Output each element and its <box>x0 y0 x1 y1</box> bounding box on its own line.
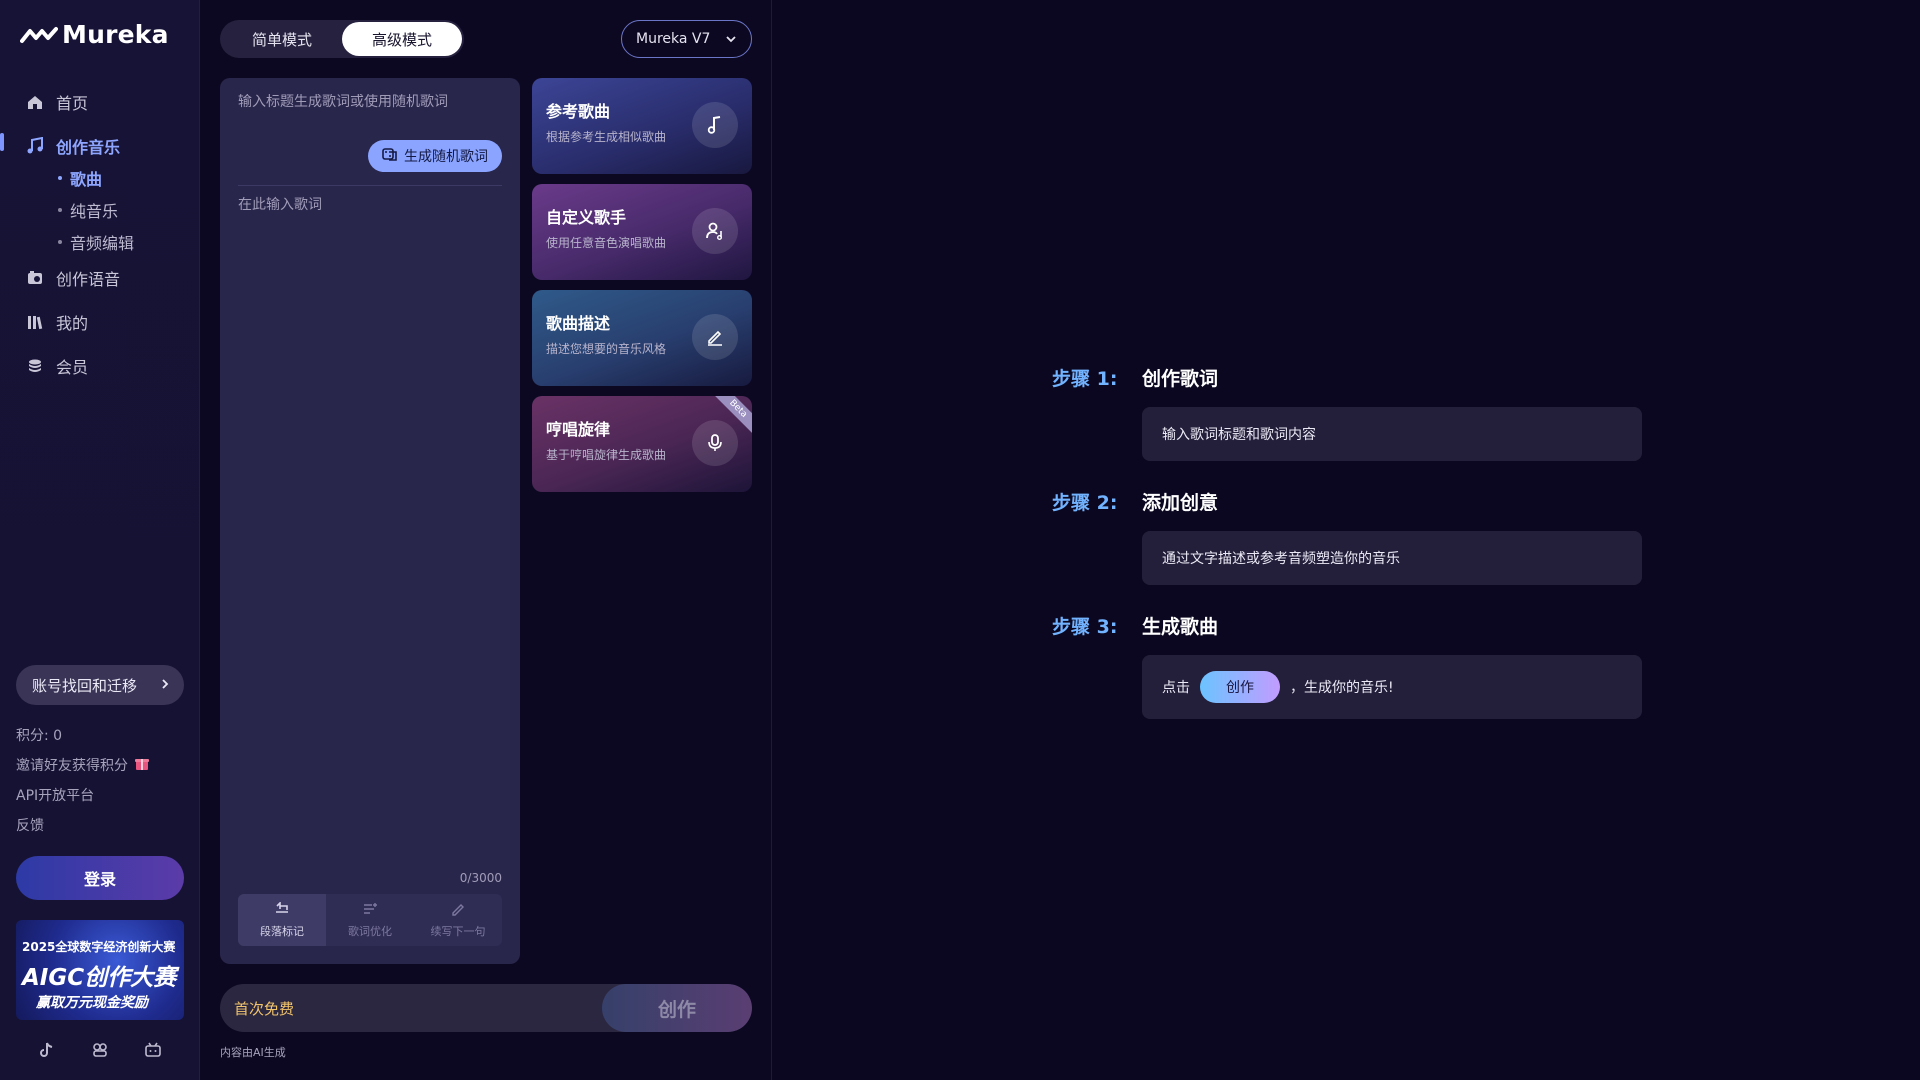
step-3-box: 点击 创作 ，生成你的音乐! <box>1142 655 1642 719</box>
library-icon <box>26 313 44 331</box>
singer-icon <box>692 208 738 254</box>
ai-generated-note: 内容由AI生成 <box>220 1046 286 1059</box>
nav-membership[interactable]: 会员 <box>26 354 88 378</box>
nav-create-voice-label: 创作语音 <box>56 270 121 289</box>
logo-text: Mureka <box>62 20 169 49</box>
step-3-suffix: ，生成你的音乐! <box>1290 680 1394 696</box>
step-2-text: 通过文字描述或参考音频塑造你的音乐 <box>1162 551 1400 567</box>
mode-toggle: 简单模式 高级模式 <box>220 20 464 58</box>
edit-icon <box>692 314 738 360</box>
nav-home[interactable]: 首页 <box>26 90 88 114</box>
pen-icon <box>450 902 466 919</box>
bullet <box>58 176 62 180</box>
song-description-card[interactable]: 歌曲描述 描述您想要的音乐风格 <box>532 290 752 386</box>
bullet <box>58 240 62 244</box>
advanced-mode-tab[interactable]: 高级模式 <box>342 22 462 56</box>
feedback-link[interactable]: 反馈 <box>16 815 44 835</box>
chevron-down-icon <box>725 31 737 47</box>
banner-line-2: AIGC创作大赛 <box>22 965 177 991</box>
lyrics-title-input[interactable] <box>238 94 502 110</box>
voice-icon <box>26 269 44 287</box>
step-2-label: 步骤 2: <box>1052 492 1118 514</box>
paragraph-tag-button[interactable]: 段落标记 <box>238 894 326 946</box>
nav-create-music-label: 创作音乐 <box>56 138 121 157</box>
step-3-label: 步骤 3: <box>1052 616 1118 638</box>
banner-line-3: 赢取万元现金奖励 <box>36 995 148 1011</box>
chevron-right-icon <box>160 676 170 694</box>
create-panel: 简单模式 高级模式 Mureka V7 生成随机歌词 0/3000 段落标记 <box>200 0 772 1080</box>
home-icon <box>26 93 44 111</box>
divider <box>238 185 502 186</box>
nav-create-voice[interactable]: 创作语音 <box>26 266 120 290</box>
bilibili-icon[interactable] <box>143 1040 163 1060</box>
humming-melody-card[interactable]: Beta 哼唱旋律 基于哼唱旋律生成歌曲 <box>532 396 752 492</box>
sub-nav-audio-edit[interactable]: 音频编辑 <box>58 230 134 254</box>
reference-song-card[interactable]: 参考歌曲 根据参考生成相似歌曲 <box>532 78 752 174</box>
account-recovery-button[interactable]: 账号找回和迁移 <box>16 665 184 705</box>
create-pill: 创作 <box>1200 671 1280 703</box>
lyrics-toolbar: 段落标记 歌词优化 续写下一句 <box>238 894 502 946</box>
login-button[interactable]: 登录 <box>16 856 184 900</box>
coins-icon <box>26 357 44 375</box>
lyrics-panel: 生成随机歌词 0/3000 段落标记 歌词优化 续写下一句 <box>220 78 520 964</box>
tiktok-icon[interactable] <box>37 1040 57 1060</box>
paragraph-icon <box>274 900 290 919</box>
nav-mine[interactable]: 我的 <box>26 310 88 334</box>
step-3-prefix: 点击 <box>1162 680 1190 696</box>
nav-create-music[interactable]: 创作音乐 <box>26 134 120 158</box>
step-3-title: 生成歌曲 <box>1142 616 1219 638</box>
lyrics-optimize-button[interactable]: 歌词优化 <box>326 894 414 946</box>
sub-nav-instrumental-label: 纯音乐 <box>70 202 119 221</box>
model-select[interactable]: Mureka V7 <box>621 20 752 58</box>
lyrics-optimize-label: 歌词优化 <box>348 924 392 938</box>
music-note-icon <box>26 137 44 155</box>
mureka-logo-icon <box>20 26 58 43</box>
active-indicator <box>0 133 4 151</box>
free-first-text: 首次免费 <box>234 1000 295 1018</box>
sub-nav-instrumental[interactable]: 纯音乐 <box>58 198 118 222</box>
paragraph-tag-label: 段落标记 <box>260 924 304 938</box>
char-count: 0/3000 <box>459 871 502 885</box>
step-1-label: 步骤 1: <box>1052 368 1118 390</box>
create-bar: 首次免费 创作 <box>220 984 752 1032</box>
nav-membership-label: 会员 <box>56 358 89 377</box>
points-text: 积分: 0 <box>16 728 63 744</box>
step-2-title: 添加创意 <box>1142 492 1219 514</box>
create-button[interactable]: 创作 <box>602 984 752 1032</box>
step-1-title: 创作歌词 <box>1142 368 1219 390</box>
logo[interactable]: Mureka <box>20 20 169 49</box>
sub-nav-song[interactable]: 歌曲 <box>58 166 102 190</box>
custom-singer-card[interactable]: 自定义歌手 使用任意音色演唱歌曲 <box>532 184 752 280</box>
contest-banner[interactable]: 2025全球数字经济创新大赛 AIGC创作大赛 赢取万元现金奖励 <box>16 920 184 1020</box>
step-1-box: 输入歌词标题和歌词内容 <box>1142 407 1642 461</box>
continue-line-label: 续写下一句 <box>430 924 486 938</box>
random-icon <box>382 146 398 166</box>
lyrics-textarea[interactable] <box>238 194 502 794</box>
bullet <box>58 208 62 212</box>
microphone-icon <box>692 420 738 466</box>
invite-label: 邀请好友获得积分 <box>16 758 128 774</box>
gift-icon <box>134 755 150 775</box>
random-lyrics-button[interactable]: 生成随机歌词 <box>368 140 502 172</box>
simple-mode-tab[interactable]: 简单模式 <box>222 22 342 56</box>
sidebar: Mureka 首页 创作音乐 歌曲 纯音乐 音频编辑 创作语音 我的 会员 账号… <box>0 0 200 1080</box>
sub-nav-audio-edit-label: 音频编辑 <box>70 234 135 253</box>
model-select-value: Mureka V7 <box>636 31 711 47</box>
step-2-box: 通过文字描述或参考音频塑造你的音乐 <box>1142 531 1642 585</box>
optimize-icon <box>362 902 378 919</box>
api-platform-link[interactable]: API开放平台 <box>16 785 94 805</box>
step-1-text: 输入歌词标题和歌词内容 <box>1162 427 1316 443</box>
music-note-icon <box>692 102 738 148</box>
discord-icon[interactable] <box>90 1040 110 1060</box>
nav-mine-label: 我的 <box>56 314 89 333</box>
banner-line-1: 2025全球数字经济创新大赛 <box>22 940 176 954</box>
continue-line-button[interactable]: 续写下一句 <box>414 894 502 946</box>
nav-home-label: 首页 <box>56 94 89 113</box>
random-lyrics-label: 生成随机歌词 <box>404 149 488 165</box>
sub-nav-song-label: 歌曲 <box>70 170 103 189</box>
account-recovery-label: 账号找回和迁移 <box>32 676 138 695</box>
invite-link[interactable]: 邀请好友获得积分 <box>16 755 150 775</box>
